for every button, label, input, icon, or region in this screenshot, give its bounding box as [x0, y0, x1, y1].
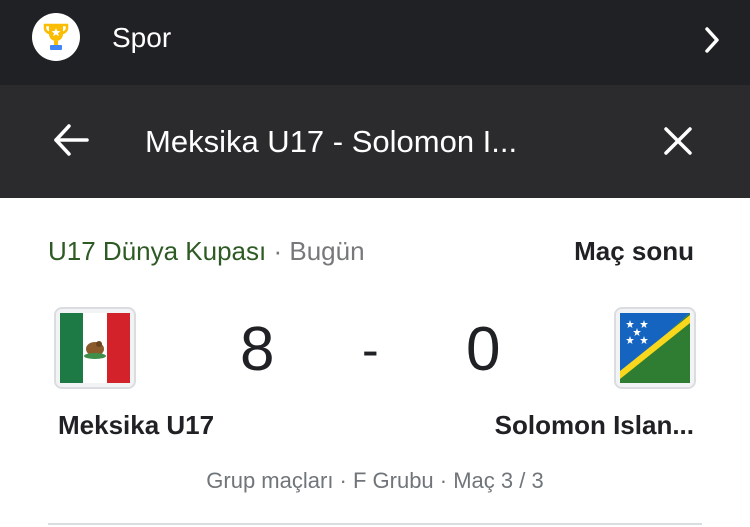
match-date: Bugün: [289, 236, 365, 266]
solomon-islands-flag-icon[interactable]: [614, 307, 696, 389]
search-query[interactable]: Meksika U17 - Solomon I...: [145, 123, 565, 161]
home-team-name[interactable]: Meksika U17: [58, 409, 214, 441]
league-name[interactable]: U17 Dünya Kupası: [48, 236, 266, 266]
chevron-right-icon[interactable]: [702, 25, 722, 60]
match-card[interactable]: U17 Dünya Kupası · Bugün Maç sonu 8 - 0: [0, 197, 750, 527]
app-title: Spor: [112, 22, 172, 53]
divider: [48, 523, 702, 525]
score-dash: -: [362, 322, 379, 378]
meta-separator: ·: [266, 236, 290, 266]
back-arrow-icon[interactable]: [52, 123, 90, 162]
close-icon[interactable]: [662, 125, 694, 162]
search-bar: Meksika U17 - Solomon I...: [0, 84, 750, 198]
away-score: 0: [466, 315, 501, 384]
home-score: 8: [240, 315, 275, 384]
match-meta: U17 Dünya Kupası · Bugün: [48, 235, 365, 267]
away-team-name[interactable]: Solomon Islan...: [495, 409, 694, 441]
mexico-flag-icon[interactable]: [54, 307, 136, 389]
trophy-icon[interactable]: [32, 13, 80, 61]
match-status: Maç sonu: [574, 236, 694, 266]
match-details: Grup maçları · F Grubu · Maç 3 / 3: [206, 468, 544, 493]
top-bar: Spor: [0, 0, 750, 84]
